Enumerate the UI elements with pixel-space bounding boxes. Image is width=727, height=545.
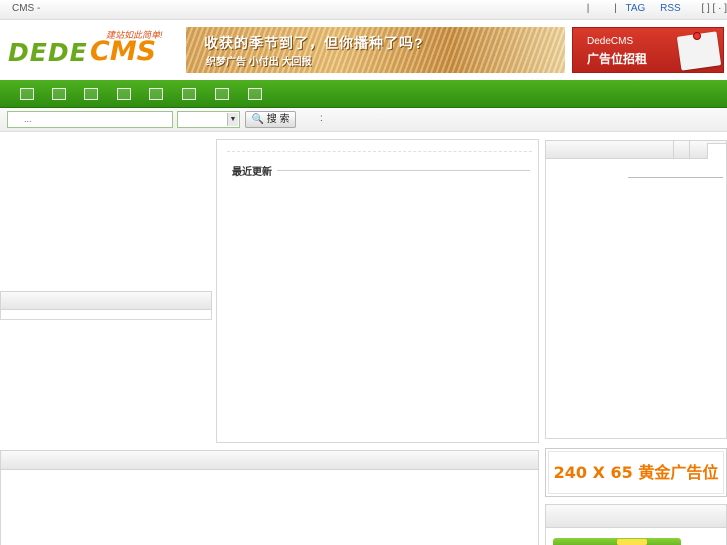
- gold-ad-text: 240 X 65 黄金广告位: [548, 451, 724, 494]
- dashed-divider: [227, 151, 532, 152]
- pushpin-icon: [693, 32, 701, 40]
- top-links: | | TAG RSS [ ] [ · ]: [581, 3, 727, 14]
- top-bracket-links[interactable]: [ ] [ · ]: [701, 3, 727, 14]
- center-panel: 最近更新: [216, 139, 539, 443]
- nav-item-5[interactable]: [147, 87, 165, 100]
- ad-rental-banner[interactable]: DedeCMS 广告位招租: [572, 27, 724, 73]
- nav-item-2[interactable]: [50, 87, 68, 100]
- nav-item-4[interactable]: [115, 87, 133, 100]
- ad-rental-brand: DedeCMS: [587, 36, 634, 47]
- green-ad-banner[interactable]: [553, 538, 681, 545]
- banner-subline: 织梦广告 小付出 大回报: [206, 57, 312, 68]
- search-input[interactable]: ...: [7, 111, 173, 128]
- nav-item-3[interactable]: [82, 87, 100, 100]
- main-nav: [0, 80, 727, 108]
- bottom-panel-header: [0, 450, 539, 470]
- logo-cms-text: CMS: [90, 36, 157, 67]
- search-button[interactable]: 🔍 搜 索: [245, 111, 296, 128]
- search-bar: ... ▼ 🔍 搜 索 :: [0, 108, 727, 132]
- nav-item-1[interactable]: [18, 87, 36, 100]
- tab-3-active[interactable]: [707, 143, 727, 159]
- right-panel-body: [545, 159, 727, 439]
- green-ad-label: [617, 539, 647, 545]
- right-panel2-header: [545, 504, 727, 528]
- left-panel-header: [0, 291, 212, 310]
- top-bar: CMS - | | TAG RSS [ ] [ · ]: [0, 0, 727, 20]
- tag-link[interactable]: TAG: [625, 3, 645, 14]
- right-divider: [628, 177, 723, 178]
- left-ad-area: [0, 137, 212, 291]
- nav-item-7[interactable]: [213, 87, 231, 100]
- site-title: CMS -: [12, 3, 41, 14]
- tab-2[interactable]: [689, 140, 707, 159]
- nav-item-8[interactable]: [246, 87, 264, 100]
- ad-rental-text: 广告位招租: [587, 52, 648, 66]
- chevron-down-icon: ▼: [227, 113, 238, 126]
- tab-1[interactable]: [673, 140, 689, 159]
- banner-headline: 收获的季节到了，但你播种了吗?: [204, 35, 424, 51]
- dedecms-logo[interactable]: 建站如此简单! DEDE CMS: [8, 28, 178, 72]
- separator: |: [586, 3, 590, 14]
- gold-ad-slot[interactable]: 240 X 65 黄金广告位: [545, 448, 727, 497]
- separator: |: [614, 3, 617, 14]
- harvest-banner-ad[interactable]: 收获的季节到了，但你播种了吗? 织梦广告 小付出 大回报: [186, 27, 565, 73]
- nav-item-6[interactable]: [180, 87, 198, 100]
- rss-link[interactable]: RSS: [660, 3, 681, 14]
- logo-dede-text: DEDE: [8, 38, 88, 67]
- title-underline: [277, 170, 530, 171]
- bottom-panel-body: [0, 470, 539, 545]
- left-panel-body: [0, 310, 212, 320]
- search-hot-words: :: [320, 113, 323, 124]
- search-type-select[interactable]: ▼: [177, 111, 240, 128]
- right-panel-tabs: [545, 140, 727, 159]
- recent-updates-title: 最近更新: [232, 167, 272, 178]
